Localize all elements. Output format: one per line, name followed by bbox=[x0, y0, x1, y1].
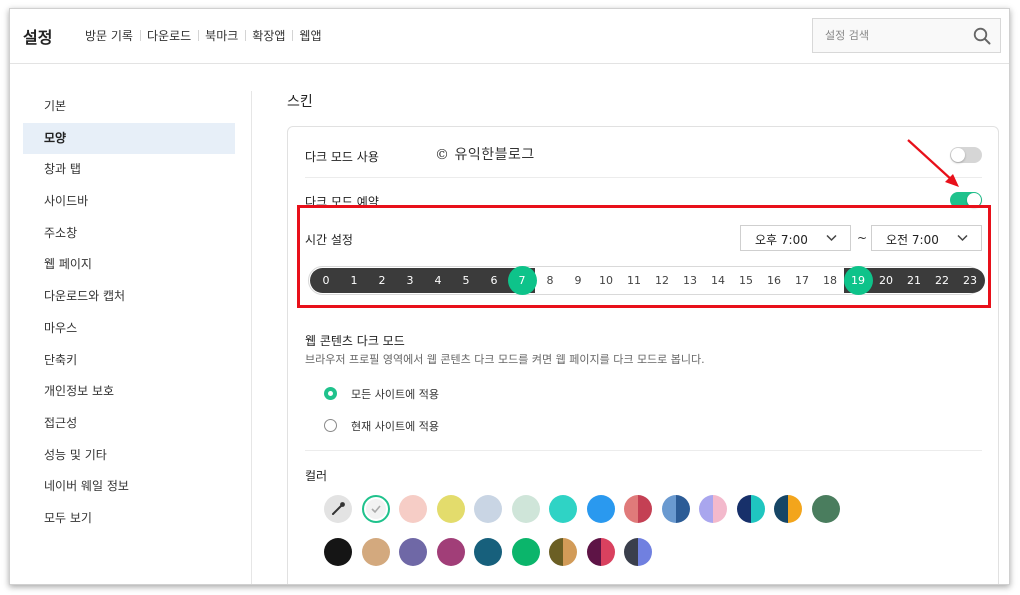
color-swatch-pink[interactable] bbox=[399, 495, 427, 523]
color-swatch-red-split[interactable] bbox=[624, 495, 652, 523]
sidebar-item[interactable]: 모두 보기 bbox=[23, 503, 235, 535]
search-icon[interactable] bbox=[973, 27, 991, 45]
color-swatch-navy-orange-split[interactable] bbox=[774, 495, 802, 523]
sidebar: 기본 모양 창과 탭 사이드바 주소창 웹 페이지 다운로드와 캡처 마우스 단축키 개인정보 보… bbox=[23, 91, 235, 535]
radio-current-site[interactable] bbox=[324, 419, 337, 432]
color-swatch-lavender-pink-split[interactable] bbox=[699, 495, 727, 523]
red-arrow-icon bbox=[907, 139, 959, 187]
sidebar-item[interactable]: 주소창 bbox=[23, 218, 235, 250]
check-icon bbox=[370, 505, 381, 514]
web-content-dark-title: 웹 콘텐츠 다크 모드 bbox=[305, 334, 405, 348]
sidebar-item[interactable]: 기본 bbox=[23, 91, 235, 123]
color-swatch-blue-split[interactable] bbox=[661, 495, 690, 523]
watermark-text: © 유익한블로그 bbox=[435, 147, 535, 163]
color-swatch-yellow[interactable] bbox=[436, 495, 465, 523]
color-label: 컬러 bbox=[305, 469, 328, 483]
color-swatch-plum-rose-split[interactable] bbox=[586, 538, 615, 566]
tab-bookmarks[interactable]: 북마크 bbox=[198, 27, 245, 44]
color-swatch-navy-teal-split[interactable] bbox=[736, 495, 765, 523]
color-swatch-emerald[interactable] bbox=[511, 538, 540, 566]
sidebar-item[interactable]: 마우스 bbox=[23, 313, 235, 345]
color-swatch-eyedropper[interactable] bbox=[324, 495, 352, 523]
sidebar-item[interactable]: 네이버 웨일 정보 bbox=[23, 471, 235, 503]
divider bbox=[305, 177, 982, 178]
sidebar-item[interactable]: 다운로드와 캡처 bbox=[23, 281, 235, 313]
highlight-box bbox=[297, 205, 991, 308]
sidebar-item[interactable]: 웹 페이지 bbox=[23, 249, 235, 281]
dark-mode-label: 다크 모드 사용 bbox=[305, 150, 379, 164]
page-title: 설정 bbox=[23, 28, 53, 47]
section-title-skin: 스킨 bbox=[287, 94, 313, 110]
search-input[interactable] bbox=[813, 19, 963, 52]
color-swatch-selected-white[interactable] bbox=[361, 495, 390, 523]
radio-all-sites-label[interactable]: 모든 사이트에 적용 bbox=[351, 386, 439, 402]
header: 설정 방문 기록 다운로드 북마크 확장앱 웹앱 bbox=[10, 9, 1009, 64]
eyedropper-icon bbox=[332, 502, 345, 515]
sidebar-item[interactable]: 모양 bbox=[23, 122, 235, 155]
sidebar-item[interactable]: 창과 탭 bbox=[23, 154, 235, 186]
color-swatch-dark-teal[interactable] bbox=[474, 538, 502, 566]
tab-webapps[interactable]: 웹앱 bbox=[292, 27, 328, 44]
radio-current-site-label[interactable]: 현재 사이트에 적용 bbox=[351, 418, 439, 434]
sidebar-divider bbox=[251, 91, 252, 584]
divider bbox=[305, 450, 982, 451]
color-swatch-magenta[interactable] bbox=[436, 538, 465, 566]
skin-card: 다크 모드 사용 © 유익한블로그 다크 모드 예약 시간 설정 오후 7:00… bbox=[287, 126, 999, 584]
color-swatch-tan[interactable] bbox=[361, 538, 390, 566]
color-swatch-teal[interactable] bbox=[549, 495, 577, 523]
tab-downloads[interactable]: 다운로드 bbox=[139, 27, 198, 44]
color-swatch-slate-periwinkle-split[interactable] bbox=[624, 538, 652, 566]
settings-search bbox=[812, 18, 1001, 53]
sidebar-item[interactable]: 접근성 bbox=[23, 408, 235, 440]
color-swatch-black[interactable] bbox=[324, 538, 352, 566]
web-content-dark-description: 브라우저 프로필 영역에서 웹 콘텐츠 다크 모드를 켜면 웹 페이지를 다크 … bbox=[305, 353, 705, 366]
tab-extensions[interactable]: 확장앱 bbox=[245, 27, 292, 44]
sidebar-item[interactable]: 사이드바 bbox=[23, 186, 235, 218]
color-swatch-green[interactable] bbox=[811, 495, 840, 523]
sidebar-item[interactable]: 성능 및 기타 bbox=[23, 440, 235, 472]
settings-window: 설정 방문 기록 다운로드 북마크 확장앱 웹앱 기본모양창과 탭사이드바주소창… bbox=[9, 8, 1010, 585]
color-swatch-olive-tan-split[interactable] bbox=[549, 538, 577, 566]
color-swatch-purple[interactable] bbox=[399, 538, 427, 566]
color-swatch-light-blue-gray[interactable] bbox=[474, 495, 502, 523]
tab-history[interactable]: 방문 기록 bbox=[78, 27, 140, 44]
color-swatch-blue[interactable] bbox=[586, 495, 615, 523]
header-tabs: 방문 기록 다운로드 북마크 확장앱 웹앱 bbox=[78, 27, 329, 44]
radio-all-sites[interactable] bbox=[324, 387, 337, 400]
color-swatch-mint[interactable] bbox=[511, 495, 540, 523]
sidebar-item[interactable]: 개인정보 보호 bbox=[23, 376, 235, 408]
sidebar-item[interactable]: 단축키 bbox=[23, 345, 235, 377]
